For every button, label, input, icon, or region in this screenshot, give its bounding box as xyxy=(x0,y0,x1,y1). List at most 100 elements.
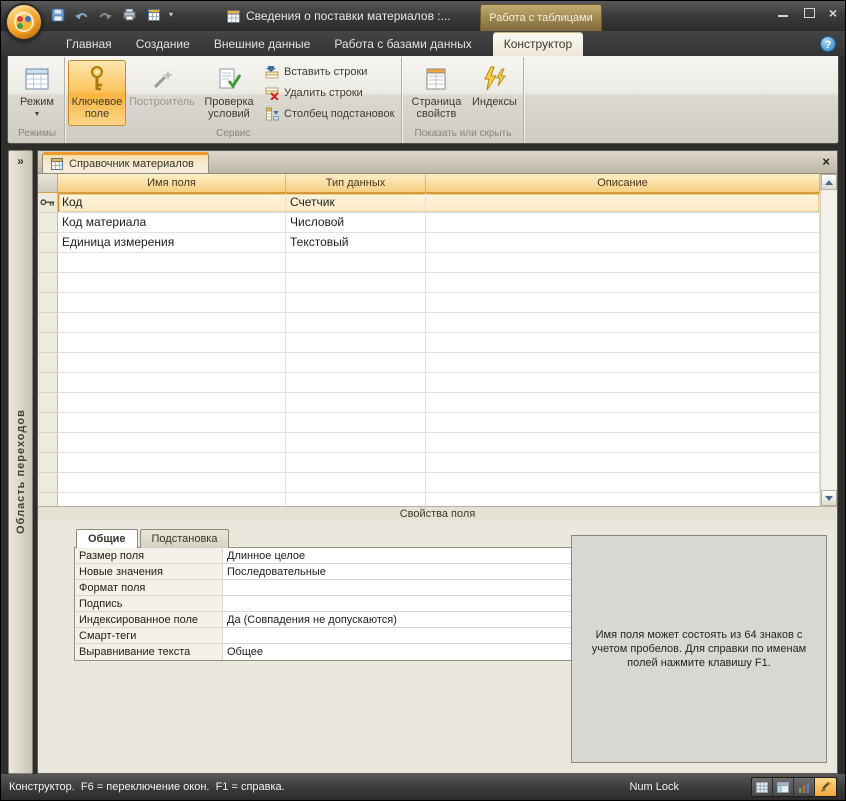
description-cell[interactable] xyxy=(426,193,820,213)
field-row[interactable] xyxy=(38,473,820,493)
primary-key-button[interactable]: Ключевое поле xyxy=(68,60,126,126)
row-selector[interactable] xyxy=(38,233,58,253)
row-selector[interactable] xyxy=(38,293,58,313)
property-value[interactable] xyxy=(223,596,601,611)
minimize-button[interactable] xyxy=(777,8,789,18)
description-cell[interactable] xyxy=(426,253,820,273)
row-selector[interactable] xyxy=(38,273,58,293)
document-tab[interactable]: Справочник материалов xyxy=(42,152,209,173)
property-value[interactable]: Да (Совпадения не допускаются) xyxy=(223,612,601,627)
description-cell[interactable] xyxy=(426,393,820,413)
property-value[interactable] xyxy=(223,580,601,595)
validation-button[interactable]: Проверка условий xyxy=(198,60,260,126)
property-sheet-button[interactable]: Страница свойств xyxy=(405,60,467,126)
data-type-cell[interactable] xyxy=(286,293,426,313)
field-row[interactable] xyxy=(38,333,820,353)
property-value[interactable]: Общее xyxy=(223,644,601,660)
design-view-button[interactable] xyxy=(815,778,836,796)
property-row[interactable]: Формат поля xyxy=(75,580,601,596)
delete-rows-button[interactable]: Удалить строки xyxy=(265,84,394,102)
field-row[interactable] xyxy=(38,293,820,313)
office-button[interactable] xyxy=(5,3,43,41)
properties-tab[interactable]: Подстановка xyxy=(140,529,230,548)
scroll-down-button[interactable] xyxy=(821,490,837,506)
row-selector[interactable] xyxy=(38,313,58,333)
field-name-cell[interactable] xyxy=(58,373,286,393)
pivotchart-view-button[interactable] xyxy=(794,778,815,796)
field-name-cell[interactable]: Код xyxy=(58,193,286,213)
field-name-cell[interactable] xyxy=(58,413,286,433)
row-selector[interactable] xyxy=(38,393,58,413)
field-name-cell[interactable] xyxy=(58,453,286,473)
data-type-cell[interactable] xyxy=(286,393,426,413)
data-type-cell[interactable]: Счетчик xyxy=(286,193,426,213)
data-type-cell[interactable] xyxy=(286,453,426,473)
print-button[interactable] xyxy=(121,6,138,23)
document-close-button[interactable]: × xyxy=(822,155,830,168)
indexes-button[interactable]: Индексы xyxy=(468,60,520,126)
builder-button[interactable]: Построитель xyxy=(127,60,197,126)
data-type-cell[interactable] xyxy=(286,273,426,293)
data-type-cell[interactable] xyxy=(286,433,426,453)
field-row[interactable] xyxy=(38,413,820,433)
description-cell[interactable] xyxy=(426,413,820,433)
column-header-description[interactable]: Описание xyxy=(426,174,820,192)
data-type-cell[interactable] xyxy=(286,373,426,393)
maximize-button[interactable] xyxy=(803,8,815,18)
view-button[interactable]: Режим ▼ xyxy=(13,60,61,126)
field-name-cell[interactable] xyxy=(58,473,286,493)
row-selector[interactable] xyxy=(38,213,58,233)
ribbon-tab[interactable]: Конструктор xyxy=(493,33,583,56)
description-cell[interactable] xyxy=(426,493,820,506)
description-cell[interactable] xyxy=(426,313,820,333)
vertical-scrollbar[interactable] xyxy=(820,174,837,506)
close-button[interactable]: × xyxy=(829,8,837,18)
ribbon-tab[interactable]: Главная xyxy=(55,33,123,56)
field-name-cell[interactable] xyxy=(58,293,286,313)
description-cell[interactable] xyxy=(426,373,820,393)
row-selector[interactable] xyxy=(38,193,58,213)
row-selector[interactable] xyxy=(38,353,58,373)
property-row[interactable]: Подпись xyxy=(75,596,601,612)
data-type-cell[interactable] xyxy=(286,413,426,433)
field-name-cell[interactable] xyxy=(58,253,286,273)
field-name-cell[interactable]: Код материала xyxy=(58,213,286,233)
qat-dropdown-button[interactable]: ▾ xyxy=(169,10,173,19)
field-row[interactable]: Код Счетчик xyxy=(38,193,820,213)
row-selector[interactable] xyxy=(38,373,58,393)
row-selector[interactable] xyxy=(38,473,58,493)
redo-button[interactable] xyxy=(97,6,114,23)
field-row[interactable] xyxy=(38,493,820,506)
grid-corner-cell[interactable] xyxy=(38,174,58,192)
row-selector[interactable] xyxy=(38,413,58,433)
description-cell[interactable] xyxy=(426,233,820,253)
description-cell[interactable] xyxy=(426,293,820,313)
data-type-cell[interactable] xyxy=(286,253,426,273)
field-name-cell[interactable] xyxy=(58,493,286,506)
property-row[interactable]: Новые значения Последовательные xyxy=(75,564,601,580)
data-type-cell[interactable] xyxy=(286,353,426,373)
row-selector[interactable] xyxy=(38,253,58,273)
properties-tab[interactable]: Общие xyxy=(76,529,138,548)
description-cell[interactable] xyxy=(426,453,820,473)
field-row[interactable] xyxy=(38,273,820,293)
scroll-up-button[interactable] xyxy=(821,174,837,190)
description-cell[interactable] xyxy=(426,333,820,353)
description-cell[interactable] xyxy=(426,353,820,373)
field-name-cell[interactable] xyxy=(58,433,286,453)
property-value[interactable] xyxy=(223,628,601,643)
data-type-cell[interactable]: Числовой xyxy=(286,213,426,233)
data-type-cell[interactable] xyxy=(286,473,426,493)
property-value[interactable]: Длинное целое xyxy=(223,548,601,563)
field-row[interactable] xyxy=(38,393,820,413)
undo-button[interactable] xyxy=(73,6,90,23)
datasheet-view-button[interactable] xyxy=(752,778,773,796)
field-row[interactable]: Единица измерения Текстовый xyxy=(38,233,820,253)
column-header-data-type[interactable]: Тип данных xyxy=(286,174,426,192)
data-type-cell[interactable] xyxy=(286,333,426,353)
ribbon-tab[interactable]: Работа с базами данных xyxy=(323,33,482,56)
property-row[interactable]: Индексированное поле Да (Совпадения не д… xyxy=(75,612,601,628)
table-view-button[interactable] xyxy=(145,6,162,23)
nav-expand-button[interactable]: » xyxy=(17,151,24,171)
description-cell[interactable] xyxy=(426,473,820,493)
